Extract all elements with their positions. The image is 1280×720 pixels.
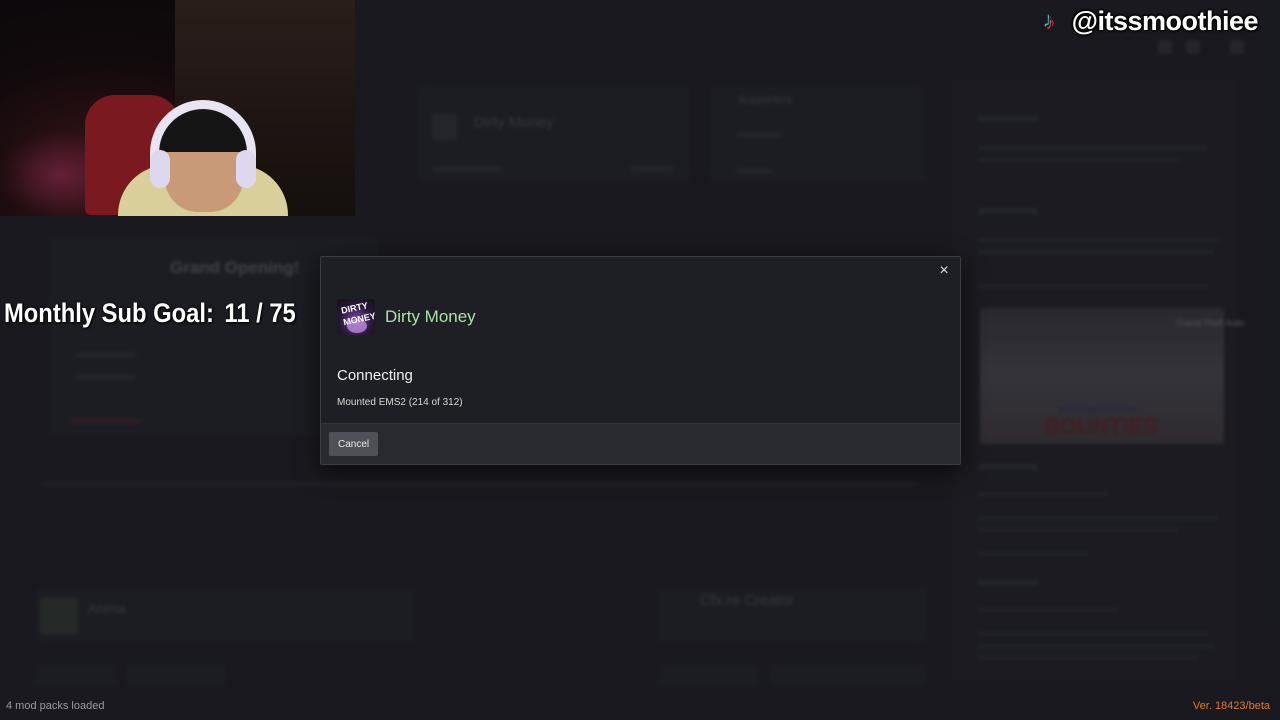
connection-status-detail: Mounted EMS2 (214 of 312): [337, 397, 463, 408]
tiktok-handle-text: @itssmoothiee: [1071, 5, 1259, 36]
webcam-headphone-cup: [236, 150, 256, 188]
sub-goal-overlay: Monthly Sub Goal: 11 / 75: [4, 298, 296, 329]
dialog-footer: Cancel: [321, 423, 960, 464]
webcam-headphone-cup: [150, 150, 170, 188]
mod-packs-status: 4 mod packs loaded: [6, 700, 105, 712]
sub-goal-label: Monthly Sub Goal:: [4, 298, 214, 328]
connecting-dialog: × DIRTY MONEY Dirty Money Connecting Mou…: [320, 256, 961, 465]
server-logo: DIRTY MONEY: [337, 299, 375, 335]
server-name: Dirty Money: [385, 307, 476, 326]
close-icon[interactable]: ×: [936, 263, 952, 279]
server-header: DIRTY MONEY Dirty Money: [337, 299, 476, 335]
tiktok-icon: ♪ ♪ ♪: [1042, 7, 1056, 34]
sub-goal-count: 11 / 75: [224, 298, 296, 328]
tiktok-handle: ♪ ♪ ♪ @itssmoothiee: [1042, 4, 1259, 38]
cancel-button[interactable]: Cancel: [329, 432, 379, 456]
webcam-feed: [0, 0, 355, 216]
connection-status-title: Connecting: [337, 367, 413, 384]
version-label: Ver. 18423/beta: [1192, 700, 1270, 712]
